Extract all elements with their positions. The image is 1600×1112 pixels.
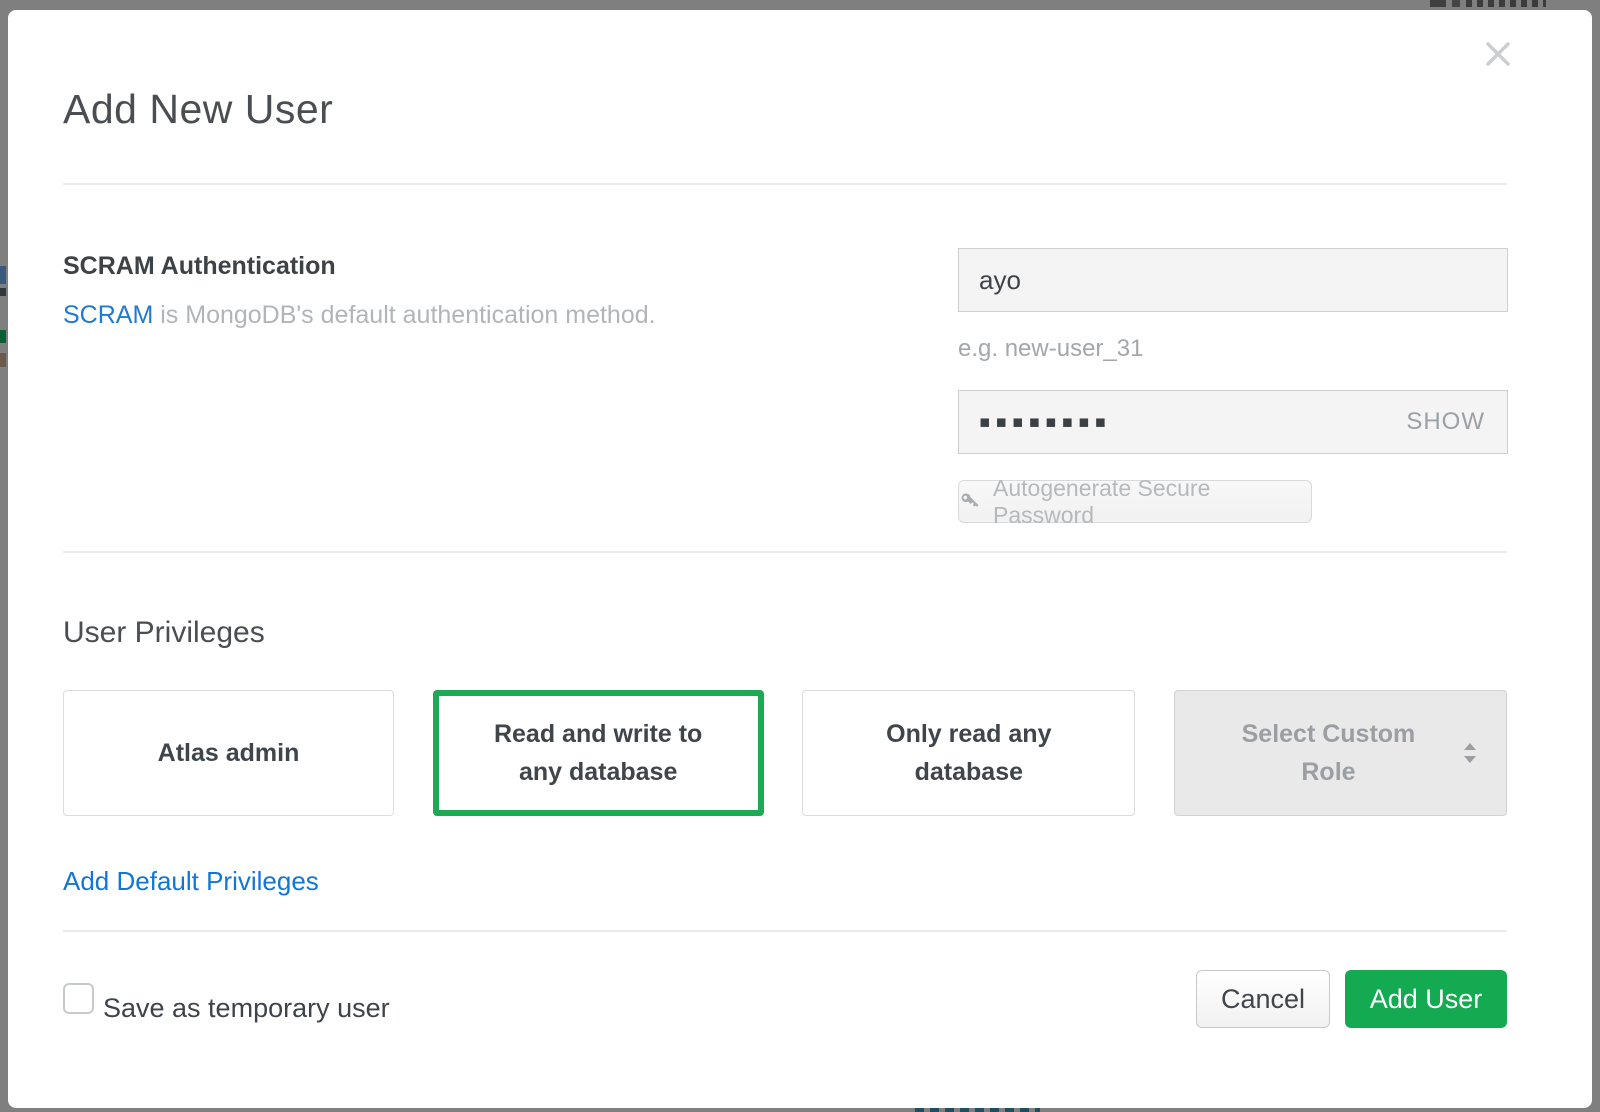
scram-link[interactable]: SCRAM: [63, 301, 153, 329]
section-divider: [63, 551, 1507, 553]
key-icon: [959, 490, 983, 514]
privilege-label: Atlas admin: [158, 734, 300, 772]
backdrop-fragment: [1452, 0, 1460, 7]
section-divider: [63, 183, 1507, 185]
select-custom-role-dropdown[interactable]: Select Custom Role: [1174, 690, 1507, 816]
close-icon[interactable]: [1478, 34, 1518, 74]
password-masked-value: ▪▪▪▪▪▪▪▪: [979, 412, 1111, 432]
page-title: Add New User: [63, 86, 333, 133]
select-custom-role-placeholder: Select Custom Role: [1215, 715, 1442, 791]
privilege-label: Only read any database: [843, 715, 1094, 791]
autogenerate-password-label: Autogenerate Secure Password: [993, 475, 1311, 529]
privilege-read-write-any-db-button[interactable]: Read and write to any database: [433, 690, 764, 816]
backdrop-fragment: [0, 288, 6, 296]
username-input[interactable]: [958, 248, 1508, 312]
backdrop-fragment: [0, 353, 6, 367]
section-divider: [63, 930, 1507, 932]
scram-auth-heading: SCRAM Authentication: [63, 252, 336, 281]
up-down-arrows-icon: [1462, 741, 1478, 765]
scram-description-text: is MongoDB's default authentication meth…: [153, 301, 655, 329]
privilege-only-read-any-db-button[interactable]: Only read any database: [802, 690, 1135, 816]
cancel-button[interactable]: Cancel: [1196, 970, 1330, 1028]
backdrop-fragment: [0, 330, 6, 343]
autogenerate-password-button[interactable]: Autogenerate Secure Password: [958, 480, 1312, 523]
backdrop-fragment: [915, 1108, 1040, 1112]
save-temporary-user-label: Save as temporary user: [103, 993, 390, 1024]
backdrop-fragment: [0, 266, 6, 284]
backdrop-fragment: [1466, 0, 1546, 7]
username-hint: e.g. new-user_31: [958, 335, 1143, 363]
add-user-button[interactable]: Add User: [1345, 970, 1507, 1028]
password-input[interactable]: ▪▪▪▪▪▪▪▪ SHOW: [958, 390, 1508, 454]
privilege-label: Read and write to any database: [479, 715, 718, 791]
save-temporary-user-checkbox[interactable]: [63, 983, 94, 1014]
show-password-button[interactable]: SHOW: [1406, 408, 1485, 436]
cancel-button-label: Cancel: [1221, 984, 1305, 1015]
privilege-atlas-admin-button[interactable]: Atlas admin: [63, 690, 394, 816]
privilege-options-row: Atlas admin Read and write to any databa…: [63, 690, 1507, 816]
scram-description: SCRAM is MongoDB's default authenticatio…: [63, 301, 656, 330]
add-user-button-label: Add User: [1370, 984, 1483, 1015]
user-privileges-heading: User Privileges: [63, 616, 265, 650]
add-default-privileges-link[interactable]: Add Default Privileges: [63, 866, 319, 897]
backdrop-fragment: [1430, 0, 1446, 7]
add-new-user-modal: Add New User SCRAM Authentication SCRAM …: [8, 10, 1592, 1108]
